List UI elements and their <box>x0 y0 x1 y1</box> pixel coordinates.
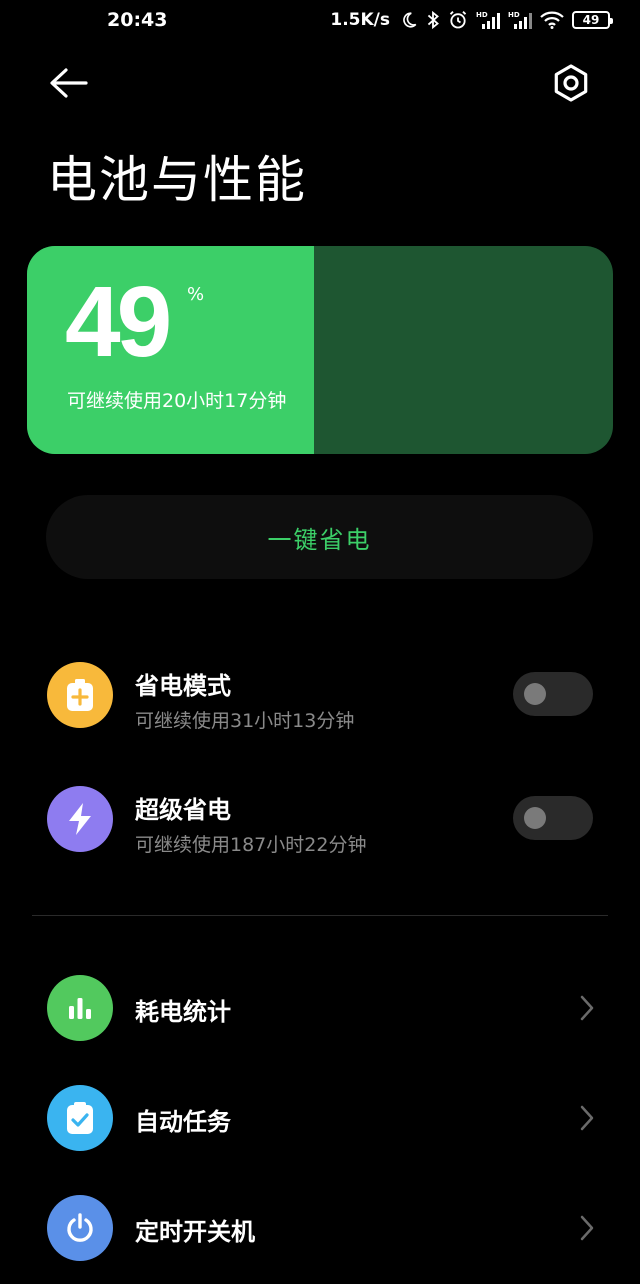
wifi-icon <box>540 11 564 29</box>
power-saving-mode-toggle[interactable] <box>513 672 593 716</box>
one-tap-save-label: 一键省电 <box>267 525 372 554</box>
power-saving-mode-row[interactable]: 省电模式 可继续使用31小时13分钟 <box>0 640 640 740</box>
svg-text:HD: HD <box>476 11 488 19</box>
battery-percent-sign: % <box>187 284 205 305</box>
super-saving-mode-title: 超级省电 <box>135 796 231 824</box>
arrow-left-icon <box>50 68 88 98</box>
battery-status-card: 49 % 可继续使用20小时17分钟 <box>27 246 613 454</box>
super-saving-mode-subtitle: 可继续使用187小时22分钟 <box>135 834 367 856</box>
chevron-right-icon <box>580 1215 594 1241</box>
signal-hd-icon: HD <box>508 10 532 30</box>
hexagon-gear-icon <box>554 64 588 102</box>
toggle-knob <box>524 807 546 829</box>
battery-remaining-time: 可继续使用20小时17分钟 <box>67 390 287 412</box>
status-icons: 1.5K/s HD HD 49 <box>330 8 613 32</box>
power-icon <box>47 1195 113 1261</box>
back-button[interactable] <box>46 64 92 102</box>
battery-icon: 49 <box>572 11 613 29</box>
power-saving-mode-title: 省电模式 <box>135 672 231 700</box>
auto-tasks-title: 自动任务 <box>135 1108 231 1136</box>
status-bar: 20:43 1.5K/s HD HD 49 <box>0 0 640 40</box>
auto-tasks-row[interactable]: 自动任务 <box>0 1068 640 1168</box>
super-saving-mode-toggle[interactable] <box>513 796 593 840</box>
scheduled-power-title: 定时开关机 <box>135 1218 255 1246</box>
bluetooth-icon <box>426 10 440 30</box>
power-saving-mode-subtitle: 可继续使用31小时13分钟 <box>135 710 355 732</box>
settings-button[interactable] <box>550 62 592 104</box>
super-saving-mode-row[interactable]: 超级省电 可继续使用187小时22分钟 <box>0 764 640 864</box>
one-tap-save-button[interactable]: 一键省电 <box>46 495 593 579</box>
signal-hd-icon: HD <box>476 10 500 30</box>
page-title: 电池与性能 <box>47 151 307 209</box>
section-divider <box>32 915 608 916</box>
moon-icon <box>400 11 418 29</box>
chevron-right-icon <box>580 995 594 1021</box>
scheduled-power-row[interactable]: 定时开关机 <box>0 1178 640 1278</box>
power-usage-stats-title: 耗电统计 <box>135 998 231 1026</box>
bar-chart-icon <box>47 975 113 1041</box>
toggle-knob <box>524 683 546 705</box>
chevron-right-icon <box>580 1105 594 1131</box>
alarm-icon <box>448 10 468 30</box>
clipboard-check-icon <box>47 1085 113 1151</box>
battery-plus-icon <box>47 662 113 728</box>
status-time: 20:43 <box>107 9 168 31</box>
battery-level-text: 49 <box>582 13 600 27</box>
power-usage-stats-row[interactable]: 耗电统计 <box>0 958 640 1058</box>
lightning-icon <box>47 786 113 852</box>
battery-percent: 49 <box>65 266 172 378</box>
network-speed: 1.5K/s <box>330 10 390 30</box>
svg-text:HD: HD <box>508 11 520 19</box>
